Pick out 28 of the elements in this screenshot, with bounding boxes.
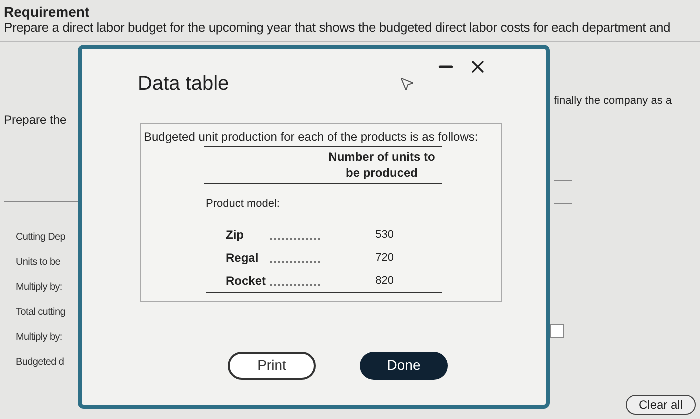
requirement-heading: Requirement xyxy=(4,4,91,20)
leader-dots xyxy=(270,284,320,286)
row-label: Total cutting xyxy=(16,306,66,320)
product-name: Regal xyxy=(226,250,260,266)
prompt-text: Prepare the xyxy=(4,112,68,129)
column-header: Number of units to be produced xyxy=(328,149,436,182)
cursor-icon xyxy=(399,76,416,92)
input-field[interactable] xyxy=(550,324,564,338)
product-name: Rocket xyxy=(226,272,268,290)
section-label: Product model: xyxy=(206,197,281,212)
clear-all-button[interactable]: Clear all xyxy=(626,395,696,415)
units-value: 720 xyxy=(376,251,394,266)
units-value: 820 xyxy=(376,274,394,289)
print-button[interactable]: Print xyxy=(228,352,316,380)
row-label: Budgeted d xyxy=(16,356,66,370)
instruction-text: finally the company as a xyxy=(554,94,674,109)
leader-dots xyxy=(270,260,320,262)
row-label: Cutting Dep xyxy=(16,231,67,245)
table-caption: Budgeted unit production for each of the products is as follows: xyxy=(144,129,480,146)
dialog-title: Data table xyxy=(138,72,230,97)
row-label: Units to be xyxy=(16,256,62,270)
requirement-text: Prepare a direct labor budget for the upcoming year that shows the budgeted direct labor costs for each department and xyxy=(4,20,672,36)
row-label: Multiply by: xyxy=(16,281,64,295)
row-label: Multiply by: xyxy=(16,331,64,345)
done-button[interactable]: Done xyxy=(360,352,448,380)
units-value: 530 xyxy=(376,228,394,243)
leader-dots xyxy=(270,238,320,240)
product-name: Zip xyxy=(226,226,245,244)
